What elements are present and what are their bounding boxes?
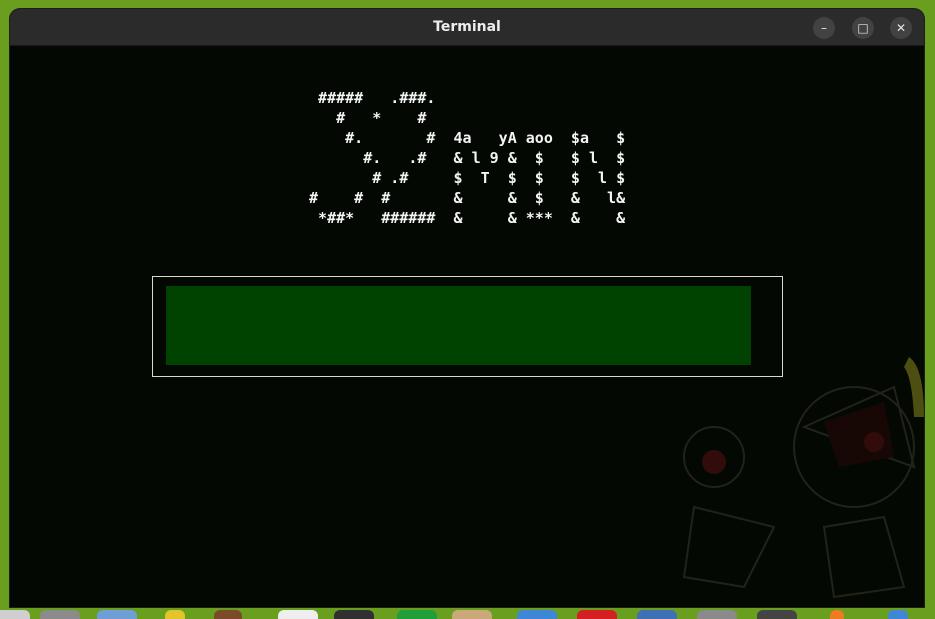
ascii-line: # # # & & $ & l& (300, 189, 626, 207)
desktop: Terminal – □ ✕ ##### .###. # * # #. # 4a… (0, 0, 935, 619)
minimize-button[interactable]: – (813, 17, 835, 39)
text-editor-icon[interactable] (214, 610, 242, 619)
ascii-line: ##### .###. (300, 89, 436, 107)
wallpaper-cartoon-image (682, 357, 924, 599)
software-icon[interactable] (577, 610, 617, 619)
dock (0, 607, 935, 619)
browser-icon[interactable] (452, 610, 492, 619)
terminal-icon[interactable] (278, 610, 318, 619)
ascii-line: # .# $ T $ $ $ l $ (300, 169, 626, 187)
warning-icon[interactable] (97, 610, 137, 619)
ascii-art-banner: ##### .###. # * # #. # 4a yA aoo $a $ #.… (300, 88, 625, 228)
close-button[interactable]: ✕ (890, 17, 912, 39)
media-icon[interactable] (517, 610, 557, 619)
folder-icon[interactable] (40, 610, 80, 619)
window-title: Terminal (433, 19, 501, 35)
terminal-area[interactable]: ##### .###. # * # #. # 4a yA aoo $a $ #.… (10, 46, 924, 607)
settings-icon[interactable] (637, 610, 677, 619)
files-icon[interactable] (0, 610, 30, 619)
ascii-line: *##* ###### & & *** & & (300, 209, 626, 227)
app-icon[interactable] (888, 610, 908, 619)
maximize-button[interactable]: □ (852, 17, 874, 39)
app-icon[interactable] (757, 610, 797, 619)
app-icon[interactable] (830, 610, 844, 619)
ascii-line: # * # (300, 109, 427, 127)
ascii-line: #. .# & l 9 & $ $ l $ (300, 149, 626, 167)
books-icon[interactable] (165, 610, 185, 619)
ascii-line: #. # 4a yA aoo $a $ (300, 129, 626, 147)
spreadsheet-icon[interactable] (334, 610, 374, 619)
app-icon[interactable] (697, 610, 737, 619)
archive-icon[interactable] (397, 610, 437, 619)
title-bar[interactable]: Terminal – □ ✕ (10, 9, 924, 46)
terminal-window: Terminal – □ ✕ ##### .###. # * # #. # 4a… (10, 9, 924, 607)
